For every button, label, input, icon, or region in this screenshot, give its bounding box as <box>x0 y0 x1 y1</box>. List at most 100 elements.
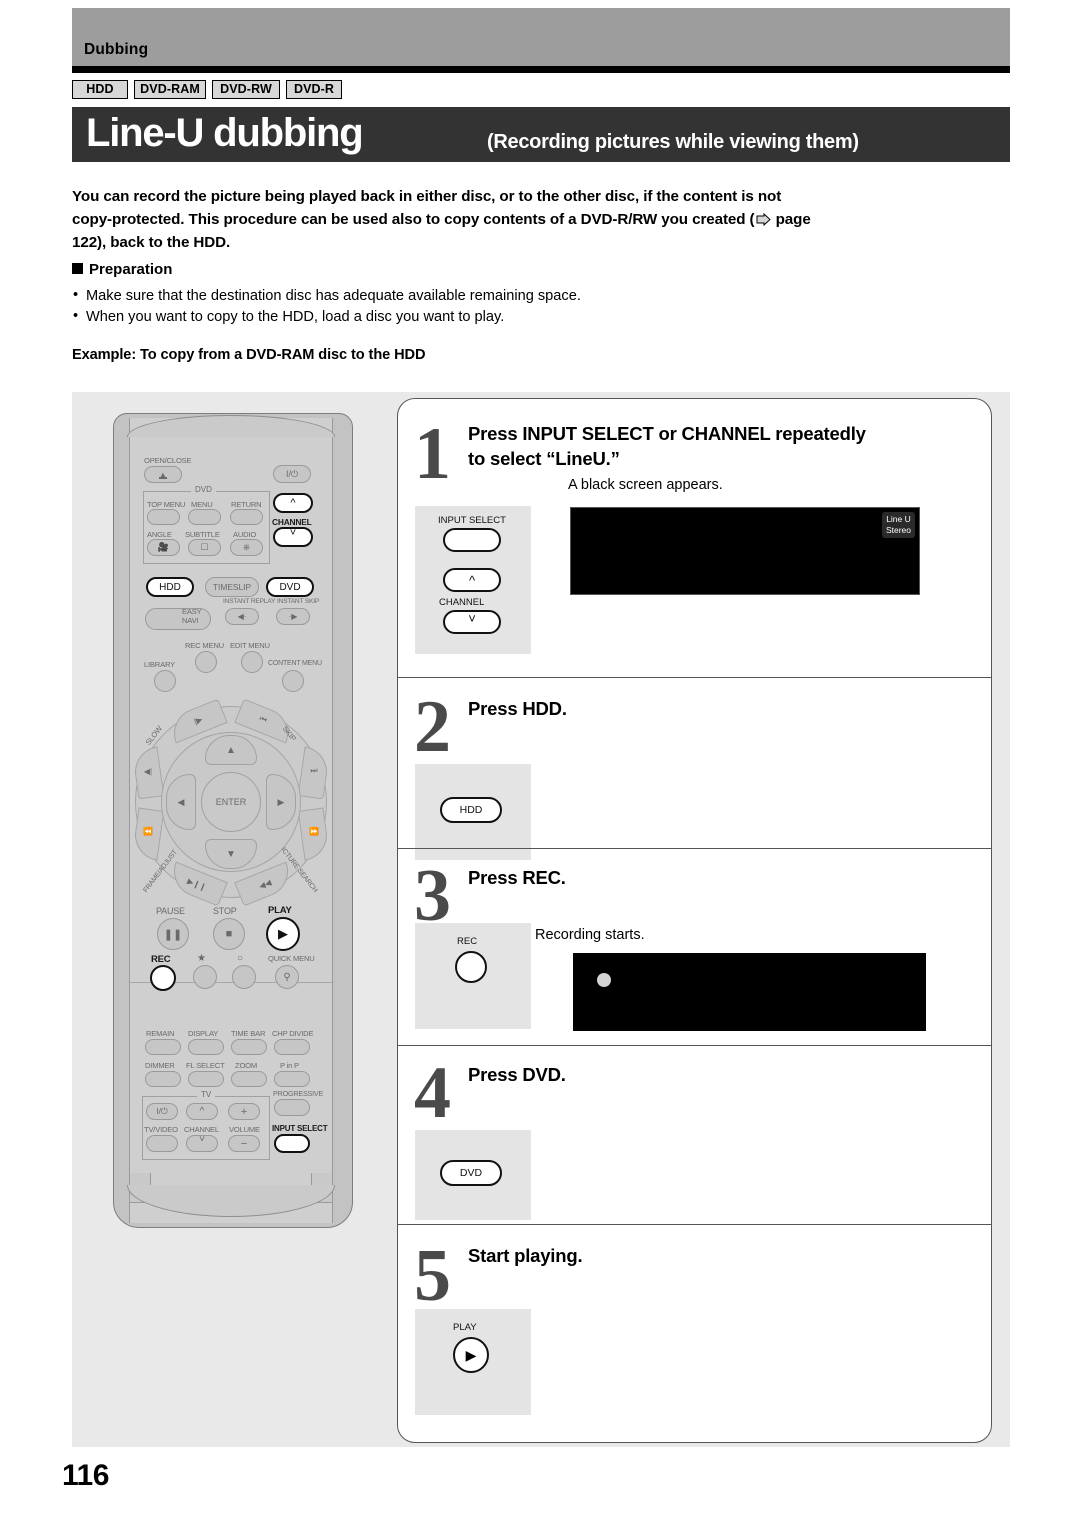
remote-label-content-menu: CONTENT MENU <box>268 660 322 667</box>
remote-remain-button[interactable] <box>145 1039 181 1055</box>
step-1-title: Press INPUT SELECT or CHANNEL repeatedly… <box>468 421 978 471</box>
remote-power-button[interactable] <box>273 465 311 483</box>
remote-label-open-close: OPEN/CLOSE <box>144 456 192 465</box>
remote-top-menu-button[interactable] <box>147 509 180 525</box>
remote-dimmer-button[interactable] <box>145 1071 181 1087</box>
page-title-bar: Line-U dubbing (Recording pictures while… <box>72 107 1010 162</box>
intro-line-2a: copy-protected. This procedure can be us… <box>72 211 755 228</box>
disc-type-tags: HDD DVD-RAM DVD-RW DVD-R <box>72 79 348 99</box>
remote-channel-up-button[interactable] <box>273 493 313 513</box>
bullet-text: When you want to copy to the HDD, load a… <box>86 308 505 325</box>
step-4-dvd-key[interactable]: DVD <box>440 1160 502 1186</box>
remote-label-library: LIBRARY <box>144 660 175 669</box>
step-1-input-select-key[interactable] <box>443 528 501 552</box>
remote-p-in-p-button[interactable] <box>274 1071 310 1087</box>
step-3-number: 3 <box>414 855 451 937</box>
remote-instant-skip-button[interactable] <box>276 608 310 625</box>
remote-label-zoom: ZOOM <box>235 1061 257 1070</box>
remote-zoom-button[interactable] <box>231 1071 267 1087</box>
step-1-title-line2: to select “LineU.” <box>468 448 620 469</box>
step-2-hdd-key[interactable]: HDD <box>440 797 502 823</box>
remote-pause-button[interactable] <box>157 918 189 950</box>
remote-volume-down-button[interactable] <box>228 1135 260 1152</box>
remote-edit-menu-button[interactable] <box>241 651 263 673</box>
step-1-channel-label: CHANNEL <box>439 597 485 608</box>
page-number: 116 <box>62 1459 109 1492</box>
step-4-key-illustration: DVD <box>415 1130 531 1220</box>
disc-tag-dvd-r: DVD-R <box>286 79 342 99</box>
remote-progressive-button[interactable] <box>274 1099 310 1116</box>
remote-label-menu: MENU <box>191 500 213 509</box>
step-2: 2 Press HDD. HDD <box>398 677 991 860</box>
remote-label-top-menu: TOP MENU <box>147 500 186 509</box>
remote-stop-button[interactable] <box>213 918 245 950</box>
remote-fl-select-button[interactable] <box>188 1071 224 1087</box>
bullet-text: Make sure that the destination disc has … <box>86 288 581 304</box>
remote-control-diagram: OPEN/CLOSE ▲ I/⏻ DVD TOP MENU MENU RETUR… <box>113 413 353 1228</box>
page-title: Line-U dubbing <box>86 111 364 155</box>
remote-rec-button[interactable] <box>150 965 176 991</box>
remote-menu-button[interactable] <box>188 509 221 525</box>
remote-label-subtitle: SUBTITLE <box>185 530 220 539</box>
step-1-channel-down-key[interactable]: ˅ <box>443 610 501 634</box>
remote-quick-menu-button[interactable] <box>275 965 299 989</box>
remote-instant-replay-button[interactable] <box>225 608 259 625</box>
disc-tag-dvd-rw: DVD-RW <box>212 79 280 99</box>
square-bullet-icon <box>72 263 83 274</box>
remote-label-instant-replay: INSTANT REPLAY <box>223 598 276 605</box>
remote-play-button[interactable] <box>266 917 300 951</box>
play-icon: ▶ <box>465 1346 477 1363</box>
remote-open-close-button[interactable] <box>144 466 182 483</box>
remote-tv-power-button[interactable] <box>146 1103 178 1120</box>
step-1-tv-screen: Line U Stereo <box>570 507 920 595</box>
remote-time-bar-button[interactable] <box>231 1039 267 1055</box>
step-4-title: Press DVD. <box>468 1064 566 1085</box>
remote-volume-up-button[interactable] <box>228 1103 260 1120</box>
step-1-title-line1: Press INPUT SELECT or CHANNEL repeatedly <box>468 423 866 444</box>
remote-star-button[interactable] <box>193 965 217 989</box>
remote-angle-button[interactable] <box>147 539 180 556</box>
disc-tag-dvd-ram: DVD-RAM <box>134 79 206 99</box>
bullet-icon: • <box>73 307 79 324</box>
step-2-number: 2 <box>414 686 451 768</box>
step-3-note: Recording starts. <box>535 927 645 943</box>
remote-input-select-button[interactable] <box>274 1134 310 1153</box>
remote-tv-channel-down-button[interactable] <box>186 1135 218 1152</box>
osd-input-label: Line U <box>886 514 911 524</box>
remote-chp-divide-button[interactable] <box>274 1039 310 1055</box>
remote-tv-video-button[interactable] <box>146 1135 178 1152</box>
remote-hdd-button[interactable] <box>146 577 194 597</box>
remote-channel-down-button[interactable] <box>273 527 313 547</box>
remote-audio-button[interactable] <box>230 539 263 556</box>
remote-circle-button[interactable] <box>232 965 256 989</box>
preparation-bullet-list: • Make sure that the destination disc has… <box>72 286 932 327</box>
step-3-key-illustration: REC <box>415 923 531 1029</box>
preparation-heading: Preparation <box>72 261 172 278</box>
step-1-channel-up-key[interactable]: ^ <box>443 568 501 592</box>
remote-timeslip-button[interactable] <box>205 577 259 597</box>
remote-label-display: DISPLAY <box>188 1029 219 1038</box>
step-5-title: Start playing. <box>468 1245 583 1266</box>
step-3-rec-key[interactable] <box>455 951 487 983</box>
step-1-note: A black screen appears. <box>568 477 723 493</box>
step-1-key-illustration: INPUT SELECT ^ CHANNEL ˅ <box>415 506 531 654</box>
remote-display-button[interactable] <box>188 1039 224 1055</box>
remote-label-channel: CHANNEL <box>272 517 312 527</box>
remote-dvd-button[interactable] <box>266 577 314 597</box>
step-5-play-key[interactable]: ▶ <box>453 1337 489 1373</box>
manual-page: Dubbing HDD DVD-RAM DVD-RW DVD-R Line-U … <box>0 0 1080 1526</box>
remote-enter-button[interactable]: ENTER <box>201 772 261 832</box>
step-1-input-select-label: INPUT SELECT <box>438 515 506 526</box>
remote-label-edit-menu: EDIT MENU <box>230 641 270 650</box>
remote-library-button[interactable] <box>154 670 176 692</box>
step-1-number: 1 <box>414 413 451 495</box>
remote-return-button[interactable] <box>230 509 263 525</box>
step-4: 4 Press DVD. DVD <box>398 1045 991 1224</box>
remote-content-menu-button[interactable] <box>282 670 304 692</box>
remote-tv-channel-up-button[interactable] <box>186 1103 218 1120</box>
remote-rec-menu-button[interactable] <box>195 651 217 673</box>
remote-subtitle-button[interactable] <box>188 539 221 556</box>
remote-label-dvd-group: DVD <box>191 485 216 494</box>
step-3: 3 Press REC. Recording starts. REC <box>398 848 991 1045</box>
intro-paragraph: You can record the picture being played … <box>72 185 1012 254</box>
